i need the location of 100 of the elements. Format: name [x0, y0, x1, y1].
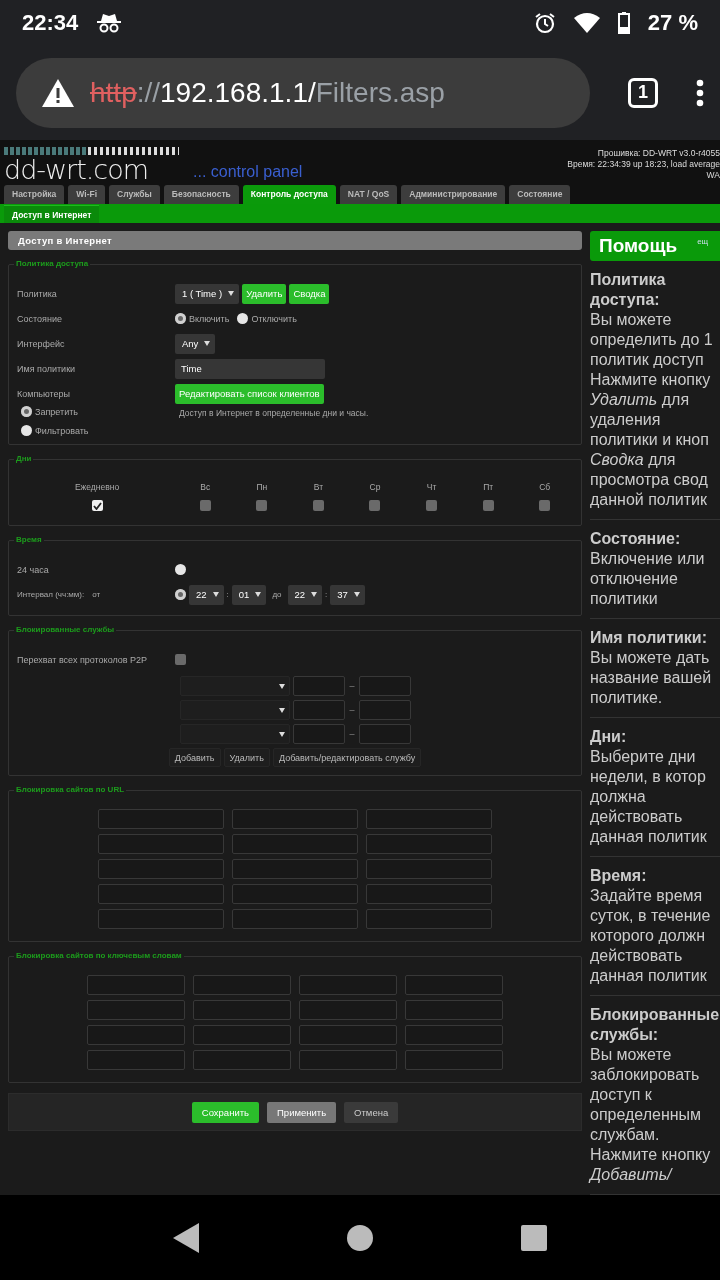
field-label: до — [272, 590, 282, 599]
url-field[interactable] — [98, 859, 224, 879]
caret-icon — [279, 707, 285, 713]
service-select[interactable] — [180, 676, 290, 696]
service-select[interactable] — [180, 724, 290, 744]
policy-select[interactable]: 1 ( Time ) — [175, 283, 240, 304]
keyword-field[interactable] — [193, 1050, 291, 1070]
help-text: Выберите дни недели, в котор должна действовать данная политик — [590, 747, 708, 847]
radio-option[interactable]: Запретить — [21, 406, 179, 417]
help-heading: Дни: — [590, 727, 628, 747]
keyword-field[interactable] — [405, 1000, 503, 1020]
url-field[interactable] — [232, 884, 358, 904]
policy-name-field[interactable]: Time — [175, 358, 325, 379]
address-bar[interactable]: http://192.168.1.1/Filters.asp — [16, 57, 590, 128]
keyword-field[interactable] — [193, 1000, 291, 1020]
port-field[interactable] — [293, 724, 345, 744]
keyword-field[interactable] — [405, 1025, 503, 1045]
day-checkbox[interactable] — [482, 500, 494, 511]
hour-select[interactable]: 22 — [189, 584, 224, 605]
service-button[interactable]: Добавить/редактировать службу — [272, 748, 422, 767]
url-field[interactable] — [366, 809, 492, 829]
recents-icon[interactable] — [520, 1224, 547, 1251]
clock-time: 22:34 — [22, 9, 79, 36]
field-label: 24 часа — [17, 564, 50, 575]
radio-option[interactable]: Отключить — [237, 313, 297, 324]
day-checkbox[interactable] — [91, 500, 103, 511]
caret-icon — [279, 731, 285, 737]
url-field[interactable] — [232, 809, 358, 829]
caret-icon — [255, 592, 262, 597]
day-checkbox[interactable] — [199, 500, 211, 511]
radio-button[interactable] — [175, 564, 186, 575]
caret-icon — [353, 592, 360, 597]
keyword-field[interactable] — [87, 1050, 185, 1070]
tagline: ... control panel — [193, 162, 303, 181]
url-field[interactable] — [98, 884, 224, 904]
section-title: Доступ в Интернет — [8, 231, 582, 250]
keyword-field[interactable] — [87, 1025, 185, 1045]
hour-select[interactable]: 22 — [287, 584, 323, 605]
day-label: Сб — [539, 482, 551, 492]
radio-option[interactable]: Включить — [175, 313, 230, 324]
url-field[interactable] — [232, 859, 358, 879]
port-field[interactable] — [359, 676, 411, 696]
day-checkbox[interactable] — [369, 500, 381, 511]
keyword-field[interactable] — [299, 975, 397, 995]
caret-icon — [228, 291, 235, 296]
day-label: Пн — [256, 482, 268, 492]
url-field[interactable] — [98, 834, 224, 854]
day-checkbox[interactable] — [426, 500, 438, 511]
back-icon[interactable] — [173, 1222, 200, 1253]
url-field[interactable] — [232, 834, 358, 854]
action-button[interactable]: Отмена — [344, 1101, 399, 1123]
nav-tab[interactable]: Настройка — [4, 184, 65, 204]
port-field[interactable] — [293, 700, 345, 720]
tab-count-button[interactable]: 1 — [628, 77, 658, 108]
radio-option[interactable]: Фильтровать — [21, 425, 179, 436]
panel-legend: Время — [14, 535, 44, 544]
radio-button[interactable] — [175, 589, 186, 600]
url-field[interactable] — [366, 909, 492, 929]
action-button[interactable]: Применить — [267, 1101, 337, 1123]
keyword-field[interactable] — [193, 975, 291, 995]
day-label: Пт — [483, 482, 494, 492]
field-label: Компьютеры — [17, 388, 72, 399]
field-label: от — [92, 590, 101, 599]
service-select[interactable] — [180, 700, 290, 720]
range-dash: – — [348, 681, 356, 691]
p2p-checkbox[interactable] — [175, 654, 186, 665]
keyword-field[interactable] — [193, 1025, 291, 1045]
home-icon[interactable] — [346, 1223, 374, 1252]
field-label: Состояние — [17, 313, 63, 324]
port-field[interactable] — [293, 676, 345, 696]
service-button[interactable]: Удалить — [223, 748, 270, 767]
url-field[interactable] — [366, 859, 492, 879]
keyword-field[interactable] — [87, 1000, 185, 1020]
keyword-field[interactable] — [405, 975, 503, 995]
range-dash: – — [348, 729, 356, 739]
day-checkbox[interactable] — [539, 500, 551, 511]
day-checkbox[interactable] — [312, 500, 324, 511]
day-checkbox[interactable] — [256, 500, 268, 511]
keyword-field[interactable] — [299, 1050, 397, 1070]
minute-select[interactable]: 37 — [330, 584, 365, 605]
caret-icon — [279, 683, 285, 689]
url-field[interactable] — [366, 884, 492, 904]
keyword-field[interactable] — [299, 1000, 397, 1020]
port-field[interactable] — [359, 700, 411, 720]
url-field[interactable] — [366, 834, 492, 854]
keyword-field[interactable] — [405, 1050, 503, 1070]
help-text: Вы можете дать название вашей политике. — [590, 648, 713, 708]
url-field[interactable] — [98, 809, 224, 829]
port-field[interactable] — [359, 724, 411, 744]
keyword-field[interactable] — [299, 1025, 397, 1045]
url-field[interactable] — [98, 909, 224, 929]
service-button[interactable]: Добавить — [168, 748, 221, 767]
menu-icon[interactable] — [696, 78, 704, 107]
interface-select[interactable]: Any — [175, 333, 216, 354]
minute-select[interactable]: 01 — [231, 584, 267, 605]
sub-tab[interactable]: Доступ в Интернет — [4, 205, 100, 223]
url-field[interactable] — [232, 909, 358, 929]
policy-note: Доступ в Интернет в определенные дни и часы. — [179, 408, 369, 418]
nav-tab[interactable]: Службы — [109, 184, 160, 204]
keyword-field[interactable] — [87, 975, 185, 995]
